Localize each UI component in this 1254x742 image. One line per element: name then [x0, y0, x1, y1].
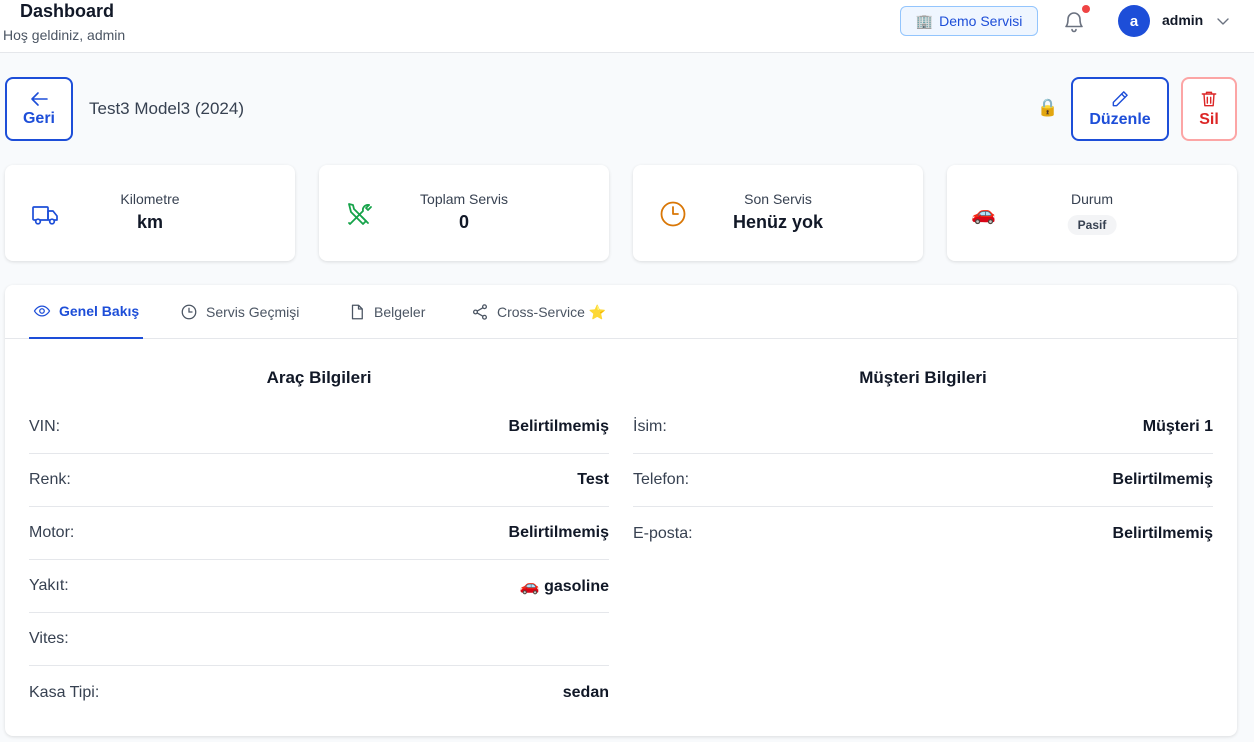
stat-card-last-service: Son Servis Henüz yok	[633, 165, 923, 261]
vehicle-info-row-body-type: Kasa Tipi: sedan	[29, 666, 609, 719]
field-label: Renk:	[29, 471, 71, 488]
avatar[interactable]: a	[1118, 5, 1150, 37]
stat-value: 0	[458, 212, 469, 232]
top-bar: Dashboard Hoş geldiniz, admin 🏢 Demo Ser…	[0, 0, 1254, 53]
field-value: Belirtilmemiş	[508, 524, 609, 541]
vehicle-title: Test3 Model3 (2024)	[89, 99, 244, 118]
trash-icon	[1201, 91, 1217, 107]
field-label: E-posta:	[633, 524, 693, 542]
customer-info-title: Müşteri Bilgileri	[859, 368, 987, 387]
edit-button[interactable]: Düzenle	[1071, 77, 1169, 141]
vehicle-info-row-fuel: Yakıt: 🚗 gasoline	[29, 560, 609, 613]
back-button[interactable]: Geri	[5, 77, 73, 141]
field-label: Vites:	[29, 630, 69, 647]
username[interactable]: admin	[1162, 12, 1203, 28]
vehicle-info-row-engine: Motor: Belirtilmemiş	[29, 507, 609, 560]
back-button-label: Geri	[22, 110, 55, 127]
status-badge: Pasif	[1067, 215, 1117, 235]
stat-card-total-service: Toplam Servis 0	[319, 165, 609, 261]
customer-info-row-email: E-posta: Belirtilmemiş	[633, 507, 1213, 560]
vehicle-info-row-color: Renk: Test	[29, 454, 609, 507]
field-value: Belirtilmemiş	[1112, 471, 1213, 488]
tab-cross-service[interactable]: Cross-Service ⭐	[471, 285, 606, 339]
delete-button-label: Sil	[1199, 111, 1219, 128]
vehicle-info-row-vin: VIN: Belirtilmemiş	[29, 401, 609, 454]
stat-label: Kilometre	[120, 191, 180, 207]
stat-value: km	[136, 212, 163, 232]
field-value: 🚗 gasoline	[519, 578, 609, 595]
lock-icon: 🔒	[1037, 98, 1059, 117]
tab-label: Genel Bakış	[59, 303, 140, 319]
stat-value: Henüz yok	[732, 212, 824, 232]
tab-label: Cross-Service ⭐	[497, 303, 607, 320]
field-label: Yakıt:	[29, 577, 69, 594]
edit-button-label: Düzenle	[1089, 111, 1151, 128]
clock-icon	[181, 304, 197, 320]
stat-label: Son Servis	[744, 191, 812, 207]
tab-service-history[interactable]: Servis Geçmişi	[180, 285, 299, 339]
delete-button[interactable]: Sil	[1181, 77, 1237, 141]
welcome-text: Hoş geldiniz, admin	[3, 27, 126, 43]
stat-label: Durum	[1070, 191, 1113, 207]
eye-icon	[33, 305, 51, 317]
tab-documents[interactable]: Belgeler	[348, 285, 425, 339]
field-label: İsim:	[633, 418, 667, 435]
field-label: Motor:	[29, 524, 75, 541]
field-label: Kasa Tipi:	[29, 683, 100, 701]
field-value: Belirtilmemiş	[508, 418, 609, 435]
vehicle-info-title: Araç Bilgileri	[266, 368, 372, 387]
field-label: VIN:	[29, 418, 61, 435]
tab-bar: Genel Bakış Servis Geçmişi Belgeler Cros…	[5, 285, 1237, 339]
chevron-down-icon[interactable]	[1215, 13, 1231, 29]
field-value: Müşteri 1	[1142, 418, 1213, 435]
field-value: sedan	[562, 683, 609, 701]
share-icon	[472, 304, 488, 320]
field-value: Test	[577, 471, 609, 488]
field-label: Telefon:	[633, 471, 690, 488]
stat-label: Toplam Servis	[420, 191, 508, 207]
service-name: Demo Servisi	[939, 13, 1023, 29]
stat-card-kilometre: Kilometre km	[5, 165, 295, 261]
arrow-left-icon	[31, 92, 48, 106]
field-value: Belirtilmemiş	[1112, 524, 1213, 542]
tab-overview[interactable]: Genel Bakış	[29, 285, 144, 339]
service-selector-button[interactable]: 🏢 Demo Servisi	[900, 6, 1038, 36]
stat-card-status: 🚗 Durum Pasif	[947, 165, 1237, 261]
page-title: Dashboard	[20, 1, 115, 21]
tab-label: Servis Geçmişi	[206, 304, 300, 320]
pencil-icon	[1112, 91, 1128, 107]
notification-dot	[1082, 5, 1090, 13]
customer-info-row-phone: Telefon: Belirtilmemiş	[633, 454, 1213, 507]
customer-info-row-name: İsim: Müşteri 1	[633, 401, 1213, 454]
document-icon	[351, 304, 363, 320]
vehicle-info-row-transmission: Vites:	[29, 613, 609, 666]
vehicle-detail-panel: Genel Bakış Servis Geçmişi Belgeler Cros…	[5, 285, 1237, 736]
building-icon: 🏢	[915, 12, 934, 29]
tab-label: Belgeler	[374, 304, 426, 320]
